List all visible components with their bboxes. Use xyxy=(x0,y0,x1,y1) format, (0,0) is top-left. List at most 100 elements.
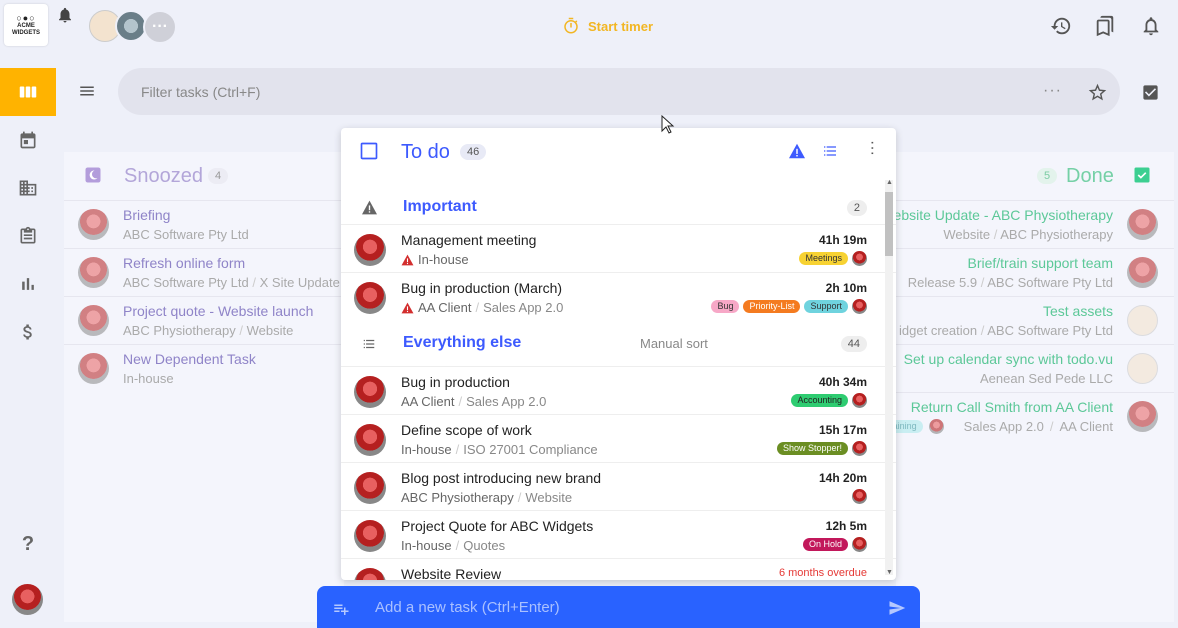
snoozed-item[interactable]: Refresh online form ABC Software Pty Ltd … xyxy=(64,248,344,296)
nav-item-clients[interactable] xyxy=(0,168,56,208)
notification-bell-icon[interactable] xyxy=(56,6,74,24)
task-client: AA Client xyxy=(418,300,472,315)
nav-item-billing[interactable] xyxy=(0,312,56,352)
task-row[interactable]: Bug in production (March) AA Client / Sale… xyxy=(341,272,896,320)
filter-placeholder: Filter tasks (Ctrl+F) xyxy=(141,83,261,100)
star-icon[interactable] xyxy=(1087,82,1108,103)
sub-separator: / xyxy=(239,323,243,338)
sub-separator: / xyxy=(980,275,985,290)
task-client: In-house xyxy=(401,538,452,553)
task-avatar xyxy=(354,472,386,504)
done-item[interactable]: Website Update - ABC Physiotherapy Websit… xyxy=(880,200,1174,248)
scroll-up-icon[interactable]: ▲ xyxy=(886,179,893,186)
task-assignee-avatar xyxy=(852,393,867,408)
logo-mark: ○●○ xyxy=(16,12,36,23)
done-item-avatar xyxy=(1127,305,1158,336)
done-item[interactable]: Return Call Smith from AA Client aining … xyxy=(880,392,1174,440)
task-project: Sales App 2.0 xyxy=(483,300,564,315)
task-project: Quotes xyxy=(463,538,506,553)
task-avatar xyxy=(354,376,386,408)
group-important-label: Important xyxy=(403,198,477,215)
acme-logo[interactable]: ○●○ ACME WIDGETS xyxy=(4,4,48,46)
user-avatar[interactable] xyxy=(12,584,43,615)
task-duration: 40h 34m xyxy=(818,375,867,389)
task-row[interactable]: Blog post introducing new brand ABC Phys… xyxy=(341,462,896,510)
task-client: In-house xyxy=(401,442,452,457)
task-row[interactable]: Website Review 6 months overdue xyxy=(341,558,896,580)
group-important[interactable]: Important 2 xyxy=(341,178,896,216)
snoozed-count: 4 xyxy=(208,168,229,184)
scroll-down-icon[interactable]: ▼ xyxy=(886,569,893,576)
snoozed-item-avatar xyxy=(78,305,109,336)
group-else-label: Everything else xyxy=(403,334,522,351)
task-row[interactable]: Project Quote for ABC Widgets In-house / Q… xyxy=(341,510,896,558)
list-view-icon[interactable] xyxy=(821,143,839,159)
task-row[interactable]: Management meeting In-house 41h 19m Meet… xyxy=(341,224,896,272)
history-icon[interactable] xyxy=(1050,15,1072,42)
overdue-label: 6 months overdue xyxy=(778,567,867,579)
done-check-icon xyxy=(1134,167,1150,183)
todo-menu-icon[interactable]: ··· xyxy=(864,140,881,156)
snoozed-title: Snoozed xyxy=(124,165,203,187)
task-duration: 15h 17m xyxy=(818,423,867,437)
task-tag[interactable]: Priority-List xyxy=(743,300,801,313)
priority-warning-icon[interactable] xyxy=(788,143,806,159)
task-tag[interactable]: Accounting xyxy=(791,394,848,407)
todo-title: To do xyxy=(401,141,450,163)
nav-item-tasks[interactable] xyxy=(0,216,56,256)
sub-separator: / xyxy=(1049,419,1054,434)
todo-checkbox-icon[interactable] xyxy=(359,141,379,161)
help-icon[interactable]: ? xyxy=(0,524,56,564)
task-tag[interactable]: On Hold xyxy=(802,538,848,551)
bookmarks-icon[interactable] xyxy=(1094,15,1116,42)
done-item-sub: Release 5.9 xyxy=(907,275,978,290)
more-team-icon[interactable]: ··· xyxy=(143,10,177,44)
snoozed-item[interactable]: Project quote - Website launch ABC Physio… xyxy=(64,296,344,344)
add-task-placeholder: Add a new task (Ctrl+Enter) xyxy=(375,598,560,616)
notifications-icon[interactable] xyxy=(1140,15,1162,42)
checkbox-view-icon[interactable] xyxy=(1141,83,1160,102)
snoozed-item-sub2: Website xyxy=(246,323,294,338)
send-icon[interactable] xyxy=(887,599,907,617)
task-client: ABC Physiotherapy xyxy=(401,490,514,505)
done-item-sub2: AA Client xyxy=(1059,419,1113,434)
done-item-sub: Aenean Sed Pede LLC xyxy=(980,371,1113,386)
manual-sort-button[interactable]: Manual sort xyxy=(640,336,708,351)
todo-scrollbar[interactable]: ▲ ▼ xyxy=(885,179,893,576)
nav-item-board[interactable] xyxy=(0,68,56,116)
task-row[interactable]: Bug in production AA Client / Sales App 2.… xyxy=(341,366,896,414)
warning-red-icon xyxy=(401,254,414,265)
done-count: 5 xyxy=(1037,168,1058,184)
snoozed-item[interactable]: Briefing ABC Software Pty Ltd xyxy=(64,200,344,248)
task-title: Management meeting xyxy=(401,232,537,248)
task-tag[interactable]: Support xyxy=(804,300,848,313)
nav-item-reports[interactable] xyxy=(0,264,56,304)
task-title: Bug in production (March) xyxy=(401,280,563,296)
task-tag[interactable]: Meetings xyxy=(799,252,848,265)
warning-red-icon xyxy=(401,302,414,313)
task-title: Website Review xyxy=(401,566,502,580)
task-assignee-avatar xyxy=(852,299,867,314)
snoozed-list: Briefing ABC Software Pty Ltd Refresh onl… xyxy=(64,200,344,392)
task-tag[interactable]: Bug xyxy=(711,300,740,313)
group-everything-else[interactable]: Everything else Manual sort 44 xyxy=(341,320,896,366)
task-assignee-avatar xyxy=(852,251,867,266)
snoozed-item[interactable]: New Dependent Task In-house xyxy=(64,344,344,392)
done-item[interactable]: Test assets idget creation / ABC Software… xyxy=(880,296,1174,344)
add-task-input[interactable]: Add a new task (Ctrl+Enter) xyxy=(317,586,920,628)
more-options-icon[interactable]: ··· xyxy=(1043,82,1062,100)
snoozed-item-title: Briefing xyxy=(123,207,171,223)
menu-icon[interactable] xyxy=(76,82,98,100)
task-tag[interactable]: Show Stopper! xyxy=(776,442,848,455)
nav-item-calendar[interactable] xyxy=(0,120,56,160)
task-project: Sales App 2.0 xyxy=(466,394,547,409)
task-row[interactable]: Define scope of work In-house / ISO 27001 … xyxy=(341,414,896,462)
start-timer-button[interactable]: Start timer xyxy=(562,16,653,36)
done-item[interactable]: Brief/train support team Release 5.9 / AB… xyxy=(880,248,1174,296)
add-task-icon xyxy=(334,604,349,615)
done-item-sub2: ABC Physiotherapy xyxy=(1000,227,1113,242)
scroll-thumb[interactable] xyxy=(885,192,893,256)
filter-tasks-input[interactable]: Filter tasks (Ctrl+F) xyxy=(118,68,1120,115)
done-item[interactable]: Set up calendar sync with todo.vu Aenean … xyxy=(880,344,1174,392)
done-item-mini-avatar xyxy=(928,419,944,434)
